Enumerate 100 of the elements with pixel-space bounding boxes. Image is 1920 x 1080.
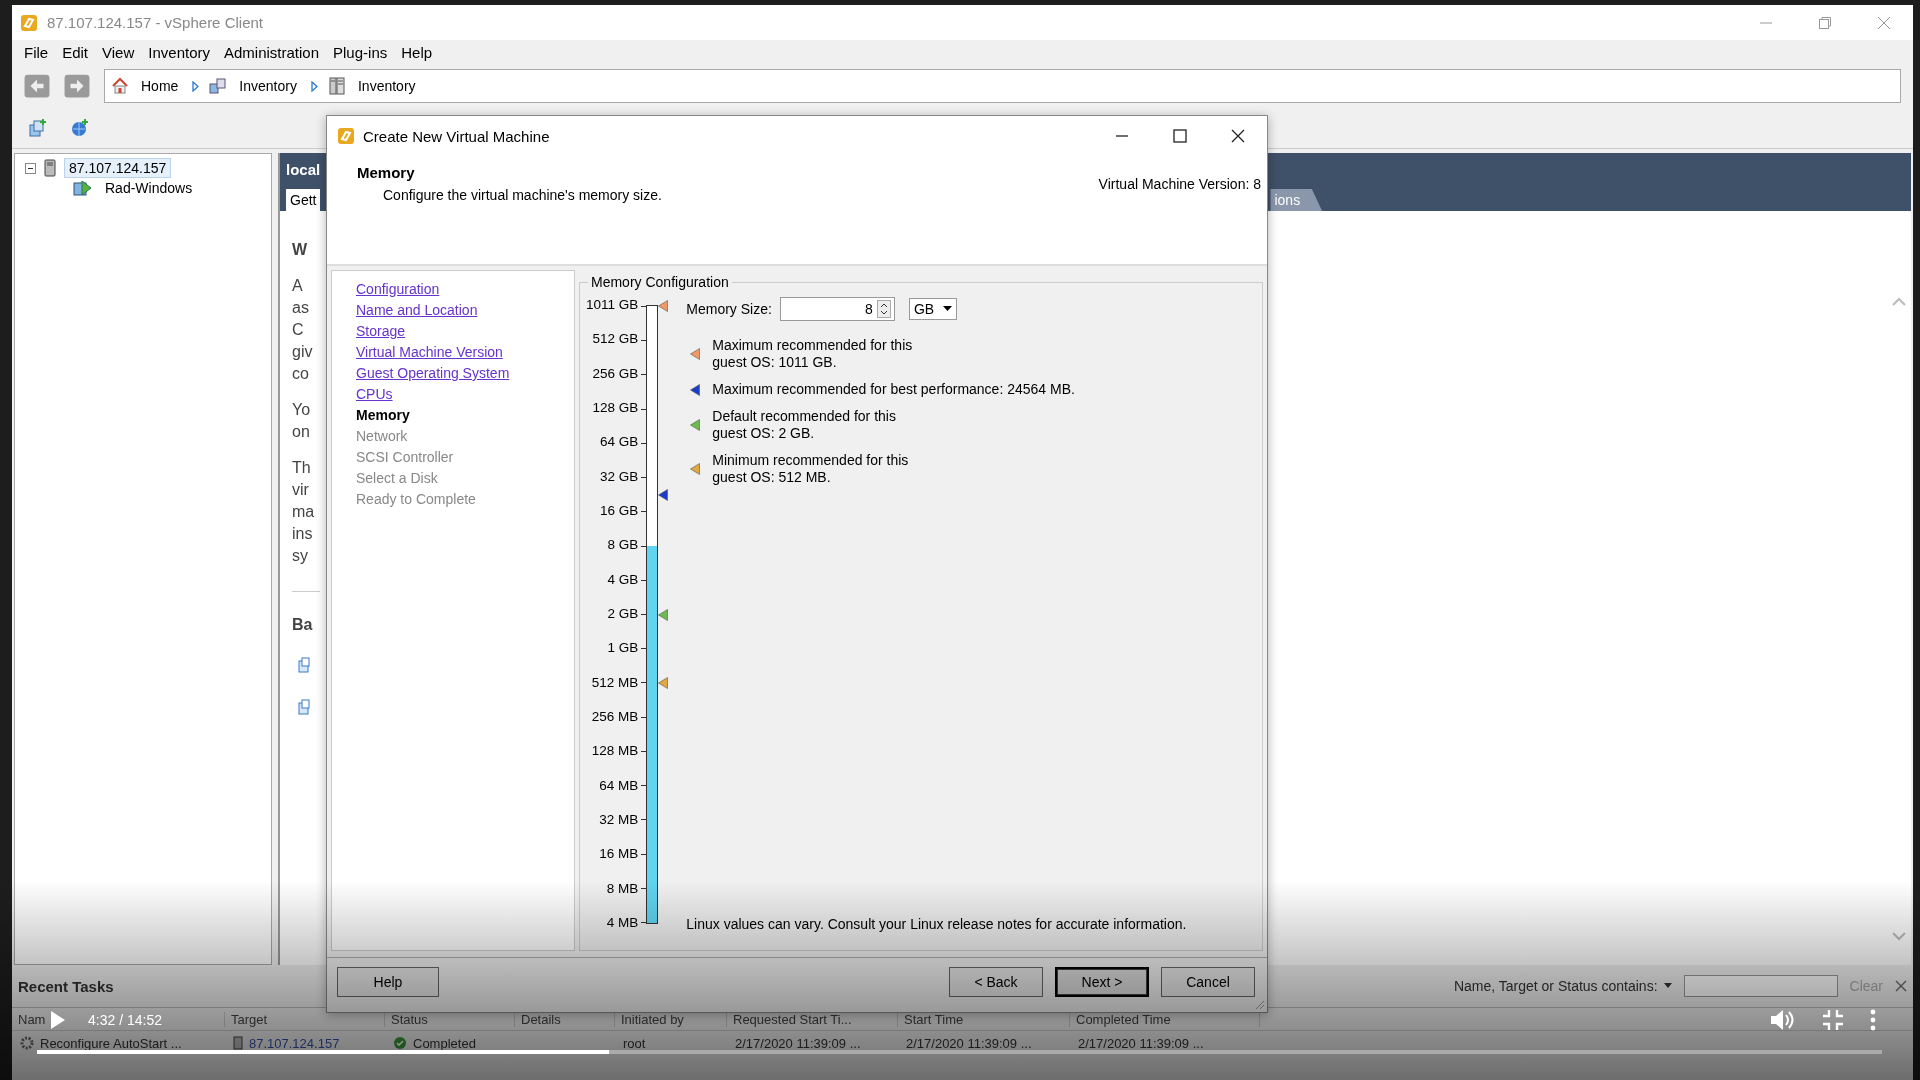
filter-dropdown[interactable]: Name, Target or Status contains:: [1453, 978, 1672, 994]
app-logo-icon: [337, 127, 355, 145]
inventory-icon: [209, 77, 228, 95]
maximize-icon[interactable]: [1173, 129, 1187, 143]
tree-item[interactable]: Rad-Windows: [101, 179, 197, 197]
scale-label: 256 MB: [591, 708, 639, 725]
wizard-step: Memory: [356, 405, 410, 426]
scale-label: 4 MB: [606, 914, 639, 931]
scale-label: 1 GB: [607, 640, 639, 657]
add-host-icon[interactable]: [28, 118, 48, 138]
paragraph-line: vir: [292, 480, 310, 500]
memory-size-spinner[interactable]: 8: [779, 297, 895, 321]
wizard-button[interactable]: < Back: [949, 967, 1043, 997]
legend-text: Minimum recommended for this guest OS: 512 MB.: [712, 452, 909, 486]
wizard-step[interactable]: Configuration: [356, 279, 440, 300]
filter-field[interactable]: [1683, 975, 1838, 997]
gear-icon: [20, 1036, 34, 1050]
scale-label: 64 GB: [600, 434, 639, 451]
task-link-icon[interactable]: [298, 698, 310, 716]
check-circle-icon: [393, 1036, 407, 1050]
section-heading: W: [292, 241, 309, 259]
menu-item[interactable]: Edit: [62, 43, 89, 61]
scale-label: 128 GB: [592, 400, 639, 416]
scale-label: 8 GB: [607, 537, 639, 554]
breadcrumb-link[interactable]: Inventory: [327, 77, 420, 95]
menu-item[interactable]: View: [102, 43, 135, 61]
chevron-right-icon: [310, 80, 318, 92]
play-icon[interactable]: [50, 1010, 66, 1030]
house-icon: [111, 77, 129, 95]
legend-text: Maximum recommended for best performance: 24564 MB.: [712, 381, 1075, 398]
breadcrumb-link[interactable]: Inventory: [209, 77, 301, 95]
wizard-step[interactable]: CPUs: [356, 384, 393, 405]
header-title: local: [286, 161, 321, 178]
collapse-toggle-icon[interactable]: [25, 162, 36, 174]
paragraph-line: as: [292, 298, 310, 318]
resize-grip-icon[interactable]: [1253, 998, 1265, 1010]
menu-item[interactable]: Administration: [224, 43, 320, 61]
wizard-step: Ready to Complete: [356, 489, 476, 510]
caret-icon: [1663, 983, 1672, 989]
wizard-step: SCSI Controller: [356, 447, 454, 468]
task-link-icon[interactable]: [298, 656, 310, 674]
field-label: Memory Size:: [686, 301, 772, 317]
scale-label: 128 MB: [591, 743, 639, 760]
unit-dropdown[interactable]: GB: [908, 298, 957, 320]
playback-time: 4:32 / 14:52: [88, 1012, 162, 1028]
legend-text: Maximum recommended for this guest OS: 1011 GB.: [712, 337, 913, 371]
scale-label: 256 GB: [592, 365, 639, 382]
wizard-step[interactable]: Guest Operating System: [356, 363, 510, 384]
server-icon: [44, 159, 56, 177]
wizard-step[interactable]: Name and Location: [356, 300, 478, 321]
scale-label: 512 MB: [591, 674, 639, 691]
add-globe-icon[interactable]: [70, 118, 90, 138]
scale-label: 8 MB: [606, 880, 639, 897]
tree-item[interactable]: 87.107.124.157: [64, 158, 172, 178]
breadcrumb-link[interactable]: Home: [111, 77, 183, 95]
caret-icon: [942, 306, 952, 312]
version-label: Virtual Machine Version: 8: [1098, 176, 1261, 194]
table-cell: Completed: [413, 1035, 476, 1051]
scale-label: 32 MB: [599, 811, 639, 828]
info-note: Linux values can vary. Consult your Linux release notes for accurate information.: [686, 916, 1188, 932]
scale-label: 1011 GB: [586, 297, 639, 313]
table-cell: 2/17/2020 11:39:09 ...: [906, 1035, 1032, 1051]
spin-arrows-icon[interactable]: [876, 300, 891, 318]
server-icon: [233, 1036, 243, 1050]
restore-icon[interactable]: [1818, 15, 1832, 30]
step-heading: Memory: [357, 164, 416, 181]
table-cell: Reconfigure AutoStart ...: [40, 1035, 182, 1051]
menu-item[interactable]: Inventory: [148, 43, 210, 61]
paragraph-line: giv: [292, 342, 314, 362]
wizard-button[interactable]: Next >: [1055, 967, 1149, 997]
exit-fullscreen-icon[interactable]: [1822, 1009, 1844, 1031]
wizard-step[interactable]: Storage: [356, 321, 406, 342]
memory-slider[interactable]: [646, 305, 659, 924]
scale-label: 512 GB: [592, 331, 639, 348]
window-title: 87.107.124.157 - vSphere Client: [47, 14, 263, 31]
video-progress-bar[interactable]: [37, 1050, 1882, 1054]
section-heading: Ba: [292, 616, 314, 634]
help-button[interactable]: Help: [337, 967, 439, 997]
scroll-down-icon[interactable]: [1891, 931, 1907, 941]
menu-item[interactable]: Plug-ins: [333, 43, 388, 61]
scale-label: 64 MB: [599, 777, 639, 794]
close-icon[interactable]: [1231, 129, 1245, 143]
wizard-button[interactable]: Cancel: [1161, 967, 1255, 997]
paragraph-line: C: [292, 320, 305, 340]
wizard-step[interactable]: Virtual Machine Version: [356, 342, 503, 363]
scroll-up-icon[interactable]: [1891, 297, 1907, 307]
paragraph-line: ins: [292, 524, 314, 544]
table-cell: 2/17/2020 11:39:09 ...: [1078, 1035, 1204, 1051]
tab[interactable]: Gett: [286, 189, 321, 211]
more-options-icon[interactable]: [1870, 1009, 1876, 1031]
target-link[interactable]: 87.107.124.157: [249, 1035, 340, 1051]
wizard-step: Network: [356, 426, 408, 447]
scale-label: 16 GB: [600, 502, 639, 519]
group-title: Memory Configuration: [588, 274, 732, 290]
menu-item[interactable]: File: [24, 43, 49, 61]
menu-item[interactable]: Help: [401, 43, 433, 61]
scale-label: 32 GB: [600, 468, 639, 485]
step-description: Configure the virtual machine's memory size.: [383, 187, 662, 203]
dialog-title: Create New Virtual Machine: [363, 127, 550, 145]
volume-icon[interactable]: [1770, 1009, 1796, 1031]
